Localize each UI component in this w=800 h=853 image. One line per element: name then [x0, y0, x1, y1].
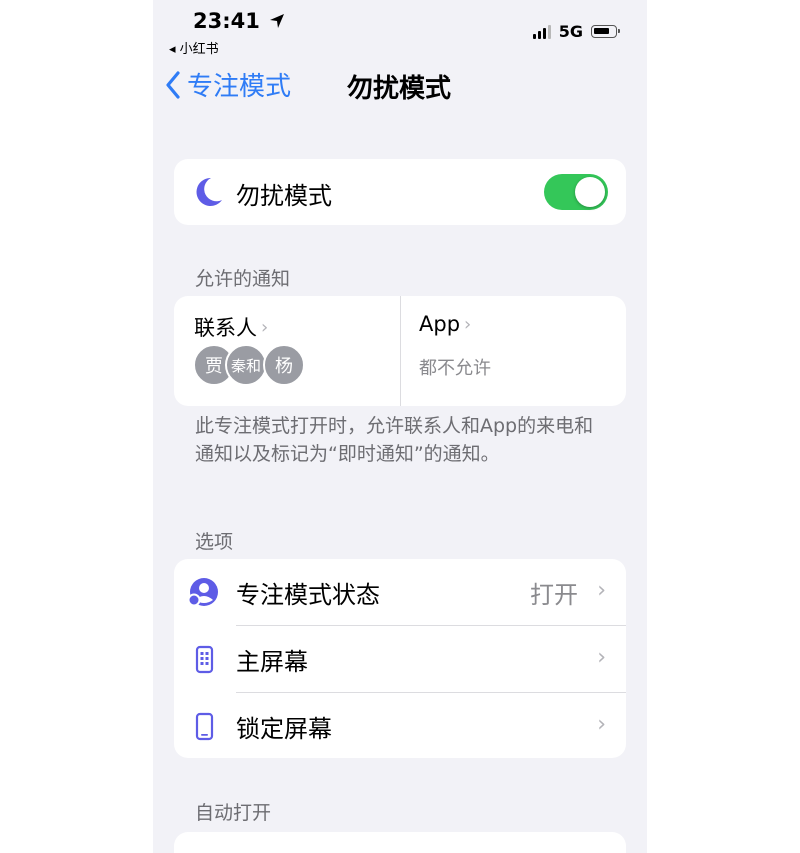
contact-avatar: 秦和 — [225, 344, 267, 386]
contacts-title: 联系人 › — [194, 312, 268, 342]
status-time-text: 23:41 — [193, 9, 260, 33]
moon-icon — [196, 177, 222, 206]
apps-value: 都不允许 — [419, 358, 491, 379]
focus-status-icon — [188, 578, 218, 607]
lock-screen-icon — [195, 712, 214, 741]
location-arrow-icon — [270, 14, 285, 28]
nav-back-button[interactable]: 专注模式 — [165, 66, 291, 103]
chevron-right-icon: › — [261, 316, 269, 338]
toggle-knob — [575, 177, 605, 207]
back-to-app-link[interactable]: ◂ 小红书 — [169, 38, 219, 57]
chevron-right-icon: › — [597, 712, 606, 737]
battery-icon — [591, 25, 620, 38]
network-type: 5G — [558, 22, 583, 41]
option-label: 锁定屏幕 — [236, 715, 332, 743]
chevron-right-icon: › — [464, 313, 472, 335]
option-value: 打开 — [530, 581, 578, 609]
allowed-notifications-card: 联系人 › 贾 秦和 杨 App › 都不允许 — [174, 296, 626, 406]
status-time: 23:41 — [193, 9, 285, 33]
chevron-left-icon — [166, 70, 180, 99]
option-row-home-screen[interactable]: 主屏幕 › — [174, 626, 626, 692]
option-row-lock-screen[interactable]: 锁定屏幕 › — [174, 693, 626, 758]
option-row-focus-status[interactable]: 专注模式状态 打开 › — [174, 559, 626, 625]
page-title: 勿扰模式 — [347, 74, 452, 104]
chevron-right-icon: › — [597, 645, 606, 670]
status-indicators: 5G — [532, 22, 620, 41]
options-card: 专注模式状态 打开 › 主屏幕 › 锁定屏幕 › — [174, 559, 626, 758]
cellular-signal-icon — [532, 24, 551, 39]
contacts-label: 联系人 — [194, 316, 257, 340]
chevron-right-icon: › — [597, 578, 606, 603]
home-screen-icon — [195, 645, 214, 674]
contacts-cell[interactable]: 联系人 › 贾 秦和 杨 — [174, 296, 400, 406]
auto-on-card — [174, 832, 626, 853]
phone-screen: 23:41 ◂ 小红书 5G 专注模式 勿扰模式 勿扰模式 允许的通知 联系人 … — [153, 0, 647, 853]
apps-cell[interactable]: App › 都不允许 — [401, 296, 626, 406]
auto-on-header: 自动打开 — [195, 802, 272, 824]
allowed-notifications-footnote: 此专注模式打开时，允许联系人和App的来电和通知以及标记为“即时通知”的通知。 — [195, 415, 594, 465]
option-label: 主屏幕 — [236, 648, 308, 676]
options-header: 选项 — [195, 531, 234, 553]
option-label: 专注模式状态 — [236, 581, 380, 609]
contact-avatar: 杨 — [263, 344, 305, 386]
focus-toggle-switch[interactable] — [544, 174, 608, 210]
nav-back-label: 专注模式 — [187, 72, 292, 102]
apps-label: App — [419, 312, 461, 336]
focus-toggle-card: 勿扰模式 — [174, 159, 626, 225]
allowed-notifications-header: 允许的通知 — [195, 268, 291, 290]
apps-title: App › — [419, 312, 471, 336]
focus-toggle-label: 勿扰模式 — [236, 182, 332, 210]
